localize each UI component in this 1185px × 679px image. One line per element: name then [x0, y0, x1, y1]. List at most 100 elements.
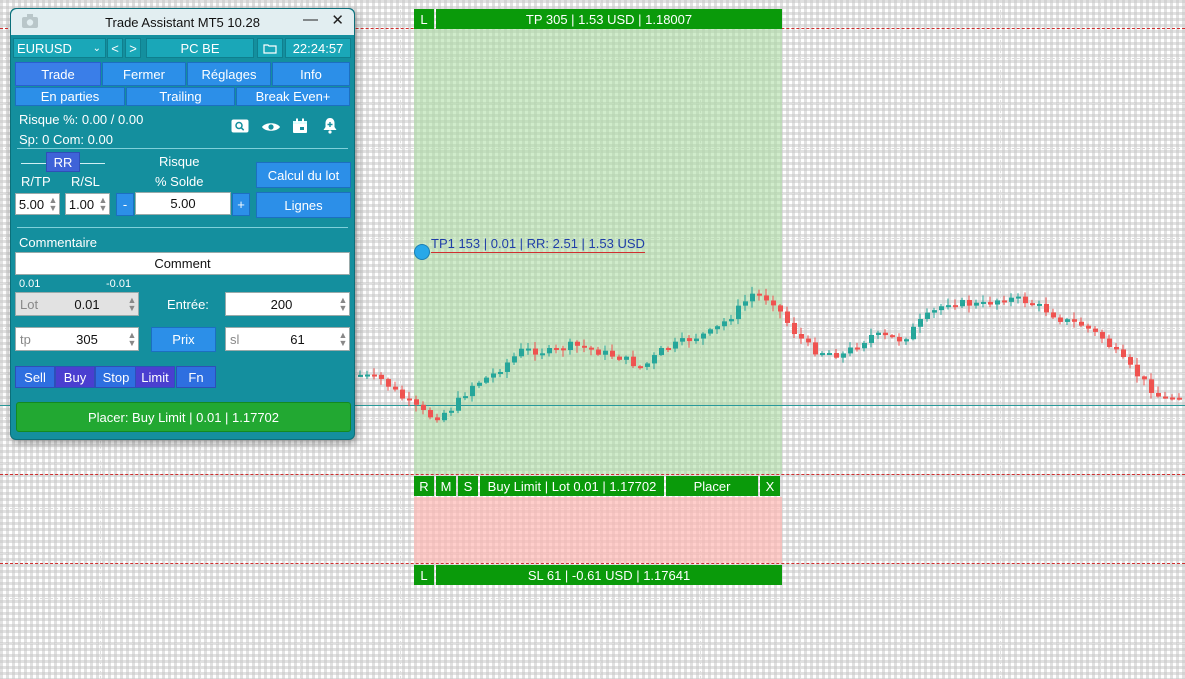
candle-body: [946, 305, 951, 308]
order-m-button[interactable]: M: [436, 476, 456, 496]
candle-body: [554, 347, 559, 350]
rtp-stepper[interactable]: 5.00 ▲ ▼: [15, 193, 60, 215]
calculate-lot-button[interactable]: Calcul du lot: [256, 162, 351, 188]
candle-body: [393, 386, 398, 390]
calendar-icon[interactable]: [292, 118, 308, 137]
candle-body: [1002, 300, 1007, 303]
risk-label: Risque: [159, 154, 200, 169]
lines-button[interactable]: Lignes: [256, 192, 351, 218]
order-type-limit[interactable]: Limit: [135, 366, 175, 388]
risk-increase-button[interactable]: +: [232, 193, 250, 216]
order-r-button[interactable]: R: [414, 476, 434, 496]
candle-body: [659, 347, 664, 356]
lot-step-label: -0.01: [106, 278, 132, 290]
rsl-stepper[interactable]: 1.00 ▲ ▼: [65, 193, 110, 215]
tab-info[interactable]: Info: [272, 62, 350, 86]
symbol-select[interactable]: EURUSD ⌄: [13, 38, 106, 58]
tab-trade[interactable]: Trade: [15, 62, 101, 86]
tp1-handle[interactable]: [414, 244, 430, 260]
candle-body: [1149, 379, 1154, 393]
next-symbol-button[interactable]: >: [125, 38, 141, 58]
candle-body: [1114, 346, 1119, 350]
sl-bar[interactable]: L SL 61 | -0.61 USD | 1.17641: [414, 565, 782, 585]
search-icon[interactable]: [231, 119, 249, 136]
profile-button[interactable]: PC BE: [146, 38, 254, 58]
candle-body: [883, 332, 888, 336]
risk-input[interactable]: 5.00: [135, 192, 231, 215]
comment-value: Comment: [154, 256, 211, 271]
folder-icon[interactable]: [257, 38, 283, 58]
candle-body: [533, 348, 538, 355]
candle-body: [442, 412, 447, 421]
candle-body: [715, 326, 720, 330]
candle-body: [1128, 357, 1133, 365]
place-order-button[interactable]: Placer: Buy Limit | 0.01 | 1.17702: [16, 402, 351, 432]
candle-body: [778, 305, 783, 312]
candle-body: [750, 293, 755, 302]
panel-titlebar[interactable]: Trade Assistant MT5 10.28 — ✕: [11, 9, 354, 35]
order-info-label[interactable]: Buy Limit | Lot 0.01 | 1.17702: [480, 476, 664, 496]
spinner-icon[interactable]: ▲ ▼: [126, 331, 138, 348]
spinner-icon[interactable]: ▲ ▼: [97, 196, 109, 213]
candle-body: [708, 329, 713, 334]
rsl-value: 1.00: [68, 196, 95, 212]
lot-stepper[interactable]: Lot 0.01 ▲ ▼: [15, 292, 139, 316]
spread-commission-info: Sp: 0 Com: 0.00: [19, 132, 113, 147]
candle-body: [1044, 303, 1049, 313]
spinner-icon[interactable]: ▲ ▼: [47, 196, 59, 213]
candle-body: [638, 366, 643, 369]
tab-reglages[interactable]: Réglages: [187, 62, 271, 86]
order-type-fn[interactable]: Fn: [176, 366, 216, 388]
sl-prefix: sl: [230, 331, 240, 347]
candle-body: [596, 349, 601, 355]
eye-icon[interactable]: [261, 120, 281, 136]
spinner-icon[interactable]: ▲ ▼: [126, 296, 138, 313]
separator: [17, 227, 348, 228]
candle-body: [736, 305, 741, 320]
spinner-icon[interactable]: ▲ ▼: [337, 331, 349, 348]
tp-stepper[interactable]: tp 305 ▲ ▼: [15, 327, 139, 351]
subtab-trailing[interactable]: Trailing: [126, 87, 235, 106]
candle-body: [1079, 321, 1084, 326]
order-type-buy[interactable]: Buy: [55, 366, 95, 388]
candle-body: [568, 341, 573, 351]
comment-input[interactable]: Comment: [15, 252, 350, 275]
minimize-icon[interactable]: —: [303, 11, 318, 28]
candle-body: [1142, 376, 1147, 380]
candle-body: [575, 341, 580, 346]
rr-toggle[interactable]: RR: [46, 152, 80, 172]
price-button[interactable]: Prix: [151, 327, 216, 352]
candle-body: [547, 347, 552, 354]
tp-bar[interactable]: L TP 305 | 1.53 USD | 1.18007: [414, 9, 782, 29]
candle-body: [1107, 338, 1112, 347]
entry-value: 200: [270, 296, 293, 312]
sl-stepper[interactable]: sl 61 ▲ ▼: [225, 327, 350, 351]
candle-body: [869, 335, 874, 343]
candle-body: [407, 398, 412, 401]
candle-body: [1086, 325, 1091, 329]
subtab-en-parties[interactable]: En parties: [15, 87, 125, 106]
order-type-sell[interactable]: Sell: [15, 366, 55, 388]
tp1-label[interactable]: TP1 153 | 0.01 | RR: 2.51 | 1.53 USD: [431, 236, 645, 253]
spinner-icon[interactable]: ▲ ▼: [337, 296, 349, 313]
candle-body: [435, 417, 440, 421]
tp-lock-button[interactable]: L: [414, 9, 434, 29]
entry-stepper[interactable]: 200 ▲ ▼: [225, 292, 350, 316]
tab-fermer[interactable]: Fermer: [102, 62, 186, 86]
order-s-button[interactable]: S: [458, 476, 478, 496]
order-bar[interactable]: R M S Buy Limit | Lot 0.01 | 1.17702 Pla…: [414, 476, 780, 496]
order-type-stop[interactable]: Stop: [95, 366, 137, 388]
risk-decrease-button[interactable]: -: [116, 193, 134, 216]
subtab-break-even[interactable]: Break Even+: [236, 87, 350, 106]
candle-body: [624, 356, 629, 360]
tp-bar-label[interactable]: TP 305 | 1.53 USD | 1.18007: [436, 9, 782, 29]
close-icon[interactable]: ✕: [331, 11, 344, 29]
sl-lock-button[interactable]: L: [414, 565, 434, 585]
order-close-button[interactable]: X: [760, 476, 780, 496]
order-place-button[interactable]: Placer: [666, 476, 758, 496]
candle-body: [1037, 303, 1042, 306]
sl-bar-label[interactable]: SL 61 | -0.61 USD | 1.17641: [436, 565, 782, 585]
prev-symbol-button[interactable]: <: [107, 38, 123, 58]
bell-icon[interactable]: [322, 117, 338, 137]
candle-body: [701, 333, 706, 339]
